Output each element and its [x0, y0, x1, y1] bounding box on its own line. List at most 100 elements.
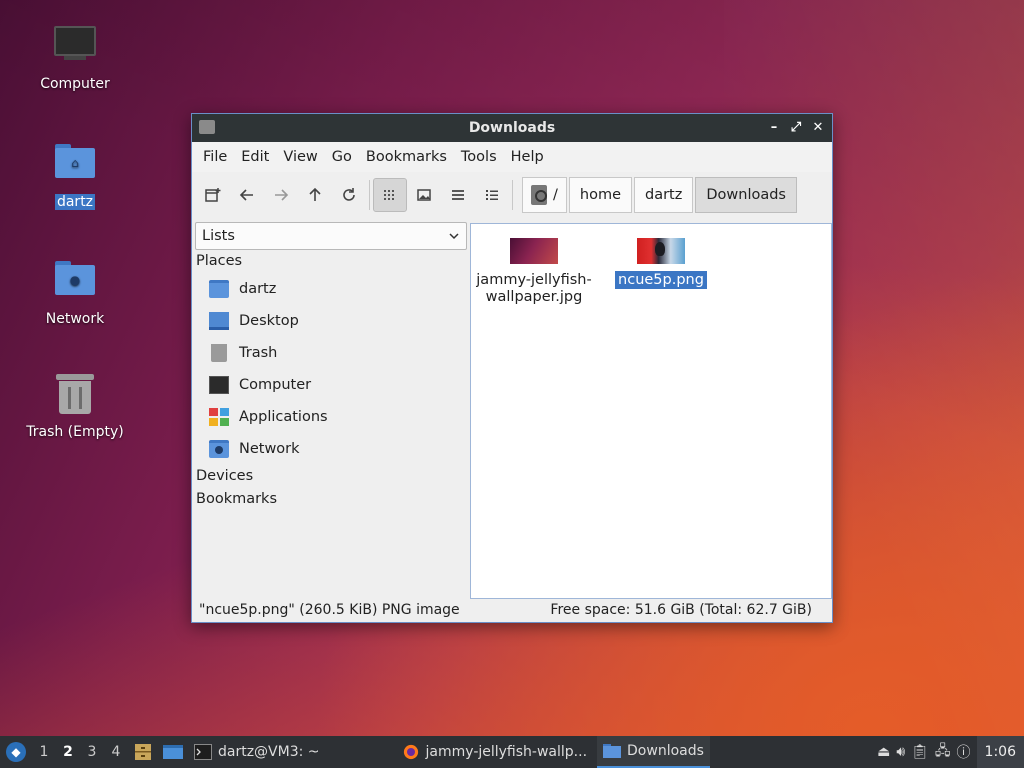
system-tray: ⏏ 🔊︎ 📋︎ 🖧 ⓘ	[877, 740, 976, 764]
file-manager-window: Downloads – ⤢ ✕ File Edit View Go Bookma…	[191, 113, 833, 623]
detailed-list-view-icon	[486, 190, 498, 200]
task-label: jammy-jellyfish-wallp...	[425, 744, 588, 760]
menu-go[interactable]: Go	[325, 149, 359, 165]
computer-icon	[53, 26, 97, 70]
taskbar: ◆ 1 2 3 4 dartz@VM3: ~ jammy-jellyfish-w…	[0, 736, 1024, 768]
new-tab-button[interactable]	[196, 178, 230, 212]
file-manager-launcher[interactable]	[130, 739, 156, 765]
path-bar: / home dartz Downloads	[522, 177, 799, 213]
reload-button[interactable]	[332, 178, 366, 212]
notification-icon[interactable]: ⓘ	[957, 742, 971, 762]
desktop-icon-label: Trash (Empty)	[26, 424, 124, 440]
menu-bookmarks[interactable]: Bookmarks	[359, 149, 454, 165]
workspace-1[interactable]: 1	[32, 744, 56, 760]
desktop-icon-trash[interactable]: Trash (Empty)	[15, 372, 135, 440]
menu-bar: File Edit View Go Bookmarks Tools Help	[192, 142, 832, 172]
status-free-space: Free space: 51.6 GiB (Total: 62.7 GiB)	[550, 602, 812, 618]
firefox-icon	[403, 744, 418, 760]
bookmarks-heading[interactable]: Bookmarks	[193, 488, 467, 511]
thumbnail-view-button[interactable]	[407, 178, 441, 212]
computer-icon	[209, 376, 229, 394]
home-folder-icon	[209, 280, 229, 298]
sidebar-item-applications[interactable]: Applications	[193, 401, 467, 433]
desktop-icon-label: dartz	[54, 194, 96, 210]
eject-icon[interactable]: ⏏	[877, 744, 890, 760]
chevron-down-icon	[449, 233, 459, 240]
start-menu-button[interactable]: ◆	[0, 736, 32, 768]
taskbar-task-firefox[interactable]: jammy-jellyfish-wallp...	[396, 736, 594, 768]
clipboard-icon[interactable]: 📋︎	[911, 744, 929, 760]
menu-file[interactable]: File	[196, 149, 234, 165]
network-folder-icon: ●	[53, 261, 97, 305]
minimize-button[interactable]: –	[764, 118, 784, 138]
path-crumb-dartz[interactable]: dartz	[634, 177, 694, 213]
menu-view[interactable]: View	[276, 149, 324, 165]
places-heading: Places	[196, 253, 243, 269]
sidebar-item-trash[interactable]: Trash	[193, 337, 467, 369]
file-name: ncue5p.png	[615, 271, 707, 289]
thumbnail-view-icon	[417, 189, 431, 201]
workspace-2[interactable]: 2	[56, 744, 80, 760]
window-titlebar[interactable]: Downloads – ⤢ ✕	[192, 114, 832, 142]
folder-icon	[199, 120, 215, 134]
workspace-4[interactable]: 4	[104, 744, 128, 760]
window-title: Downloads	[468, 120, 556, 136]
forward-button[interactable]	[264, 178, 298, 212]
path-root-label: /	[553, 187, 558, 203]
network-folder-icon	[209, 440, 229, 458]
desktop-icon	[209, 312, 229, 330]
path-crumb-home[interactable]: home	[568, 177, 632, 213]
file-name-line: wallpaper.jpg	[485, 289, 583, 305]
file-view[interactable]: jammy-jellyfish- wallpaper.jpg ncue5p.pn…	[470, 223, 832, 599]
reload-icon	[343, 188, 355, 201]
toolbar: / home dartz Downloads	[192, 172, 832, 218]
menu-help[interactable]: Help	[504, 149, 551, 165]
network-icon[interactable]: 🖧	[935, 740, 951, 764]
desktop-icon-label: Network	[45, 311, 105, 327]
toolbar-separator	[512, 180, 513, 210]
file-item-selected[interactable]: ncue5p.png	[596, 238, 726, 289]
sidebar-item-home[interactable]: dartz	[193, 273, 467, 305]
compact-view-button[interactable]	[441, 178, 475, 212]
folder-icon	[603, 744, 622, 758]
taskbar-task-terminal[interactable]: dartz@VM3: ~	[188, 736, 326, 768]
task-label: dartz@VM3: ~	[218, 744, 320, 760]
path-crumb-downloads[interactable]: Downloads	[695, 177, 797, 213]
show-desktop-button[interactable]	[160, 739, 186, 765]
trash-icon	[211, 344, 227, 362]
volume-icon[interactable]: 🔊︎	[896, 744, 905, 760]
file-name-line: jammy-jellyfish-	[476, 272, 592, 288]
sidebar-item-label: Desktop	[239, 313, 299, 329]
sidebar-item-computer[interactable]: Computer	[193, 369, 467, 401]
path-root-button[interactable]: /	[522, 177, 567, 213]
side-pane-mode-select[interactable]: Lists	[195, 222, 467, 250]
workspace-3[interactable]: 3	[80, 744, 104, 760]
sidebar-item-label: Applications	[239, 409, 328, 425]
up-button[interactable]	[298, 178, 332, 212]
menu-edit[interactable]: Edit	[234, 149, 276, 165]
status-selection-info: "ncue5p.png" (260.5 KiB) PNG image	[199, 602, 460, 618]
status-bar: "ncue5p.png" (260.5 KiB) PNG image Free …	[192, 598, 832, 622]
maximize-button[interactable]: ⤢	[786, 118, 806, 138]
show-desktop-icon	[163, 745, 183, 759]
devices-heading[interactable]: Devices	[193, 465, 467, 488]
taskbar-task-downloads[interactable]: Downloads	[597, 736, 710, 768]
desktop-icon-home[interactable]: ⌂ dartz	[15, 138, 135, 210]
detailed-list-view-button[interactable]	[475, 178, 509, 212]
back-button[interactable]	[230, 178, 264, 212]
clock[interactable]: 1:06	[976, 736, 1024, 768]
file-item[interactable]: jammy-jellyfish- wallpaper.jpg	[469, 238, 599, 306]
trash-icon	[53, 374, 97, 418]
forward-icon	[275, 189, 289, 201]
new-tab-icon	[205, 188, 221, 202]
desktop-icon-computer[interactable]: Computer	[15, 20, 135, 92]
menu-tools[interactable]: Tools	[454, 149, 504, 165]
close-button[interactable]: ✕	[808, 118, 828, 138]
desktop-icon-network[interactable]: ● Network	[15, 255, 135, 327]
toolbar-separator	[369, 180, 370, 210]
sidebar-item-desktop[interactable]: Desktop	[193, 305, 467, 337]
image-thumbnail	[510, 238, 558, 264]
sidebar-item-network[interactable]: Network	[193, 433, 467, 465]
image-thumbnail	[637, 238, 685, 264]
icon-view-button[interactable]	[373, 178, 407, 212]
